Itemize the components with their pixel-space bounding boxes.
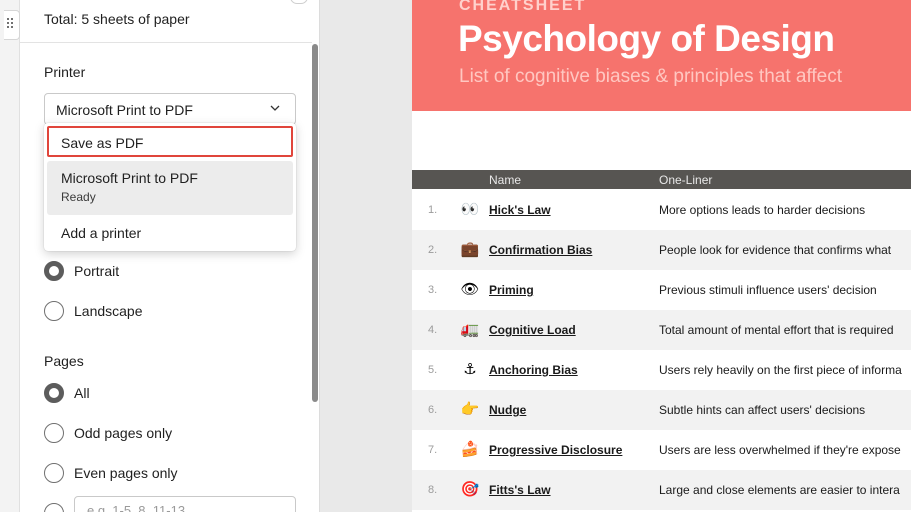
row-name-link[interactable]: Priming	[489, 283, 534, 297]
row-name-link[interactable]: Anchoring Bias	[489, 363, 578, 377]
row-name-link[interactable]: Progressive Disclosure	[489, 443, 622, 457]
pages-even-label: Even pages only	[74, 465, 178, 481]
pages-all-radio[interactable]	[44, 383, 64, 403]
row-one-liner: More options leads to harder decisions	[659, 203, 866, 217]
row-one-liner: Large and close elements are easier to i…	[659, 483, 900, 497]
table-row: 6. 👉 Nudge Subtle hints can affect users' d…	[412, 390, 911, 430]
table-header: Name One-Liner	[412, 170, 911, 189]
portrait-radio[interactable]	[44, 261, 64, 281]
print-preview-page: CHEATSHEET Psychology of Design List of …	[412, 0, 911, 512]
portrait-label: Portrait	[74, 263, 120, 279]
panel-scrollbar[interactable]	[312, 44, 318, 402]
row-name-link[interactable]: Fitts's Law	[489, 483, 551, 497]
row-one-liner: Previous stimuli influence users' decisi…	[659, 283, 877, 297]
row-one-liner: Users are less overwhelmed if they're ex…	[659, 443, 901, 457]
cake-icon: 🍰	[460, 441, 480, 458]
row-one-liner: People look for evidence that confirms w…	[659, 243, 892, 257]
landscape-label: Landscape	[74, 303, 143, 319]
row-number: 5.	[428, 364, 438, 376]
pointing-hand-icon: 👉	[460, 401, 480, 418]
anchor-icon: ⚓	[463, 361, 477, 378]
add-printer-label: Add a printer	[61, 225, 142, 241]
landscape-radio[interactable]	[44, 301, 64, 321]
row-one-liner: Subtle hints can affect users' decisions	[659, 403, 866, 417]
column-name: Name	[489, 173, 522, 187]
pages-heading: Pages	[44, 353, 84, 369]
row-name-link[interactable]: Cognitive Load	[489, 323, 576, 337]
row-number: 7.	[428, 444, 438, 456]
row-number: 1.	[428, 204, 438, 216]
pages-even-radio[interactable]	[44, 463, 64, 483]
preview-title: Psychology of Design	[458, 18, 835, 59]
save-as-pdf-option[interactable]: Save as PDF	[47, 126, 293, 157]
chevron-down-icon	[270, 105, 280, 111]
divider	[20, 42, 312, 43]
microsoft-print-option[interactable]: Microsoft Print to PDF Ready	[47, 161, 293, 215]
panel-top-control	[290, 0, 308, 4]
left-strip	[0, 0, 20, 512]
table-row: 8. 🎯 Fitts's Law Large and close elements a…	[412, 470, 911, 510]
row-name-link[interactable]: Hick's Law	[489, 203, 551, 217]
column-one-liner: One-Liner	[659, 173, 713, 187]
save-as-pdf-label: Save as PDF	[61, 135, 144, 151]
pages-all-label: All	[74, 385, 90, 401]
table-row: 4. 🚛 Cognitive Load Total amount of mental …	[412, 310, 911, 350]
row-number: 6.	[428, 404, 438, 416]
add-printer-option[interactable]: Add a printer	[47, 221, 293, 249]
table-row: 1. 👀 Hick's Law More options leads to harde…	[412, 190, 911, 230]
printer-status: Ready	[61, 190, 96, 204]
table-row: 7. 🍰 Progressive Disclosure Users are less …	[412, 430, 911, 470]
table-row: 3. 👁 Priming Previous stimuli influence use…	[412, 270, 911, 310]
print-settings-panel: Total: 5 sheets of paper Printer Microso…	[20, 0, 320, 512]
row-number: 4.	[428, 324, 438, 336]
printer-dropdown: Save as PDF Microsoft Print to PDF Ready…	[44, 123, 296, 251]
table-row: 5. ⚓ Anchoring Bias Users rely heavily on t…	[412, 350, 911, 390]
microsoft-print-label: Microsoft Print to PDF	[61, 170, 198, 186]
row-name-link[interactable]: Confirmation Bias	[489, 243, 592, 257]
pages-odd-radio[interactable]	[44, 423, 64, 443]
custom-pages-input[interactable]: e.g. 1-5, 8, 11-13	[74, 496, 296, 512]
briefcase-icon: 💼	[460, 241, 480, 258]
eye-icon: 👁	[460, 281, 480, 298]
total-sheets: Total: 5 sheets of paper	[44, 11, 190, 27]
drag-dots-icon	[7, 18, 13, 28]
pages-custom-radio[interactable]	[44, 503, 64, 512]
eyes-icon: 👀	[460, 201, 480, 218]
preview-subtitle: List of cognitive biases & principles th…	[459, 66, 843, 87]
target-icon: 🎯	[460, 481, 480, 498]
truck-icon: 🚛	[460, 321, 480, 338]
preview-banner: CHEATSHEET Psychology of Design List of …	[412, 0, 911, 111]
pages-odd-label: Odd pages only	[74, 425, 173, 441]
row-name-link[interactable]: Nudge	[489, 403, 526, 417]
printer-heading: Printer	[44, 64, 86, 80]
row-number: 2.	[428, 244, 438, 256]
table-row: 2. 💼 Confirmation Bias People look for evid…	[412, 230, 911, 270]
printer-select[interactable]: Microsoft Print to PDF	[44, 93, 296, 125]
row-number: 8.	[428, 484, 438, 496]
preview-kicker: CHEATSHEET	[459, 0, 587, 14]
printer-selected-value: Microsoft Print to PDF	[56, 102, 193, 118]
row-one-liner: Users rely heavily on the first piece of…	[659, 363, 902, 377]
row-number: 3.	[428, 284, 438, 296]
row-one-liner: Total amount of mental effort that is re…	[659, 323, 894, 337]
custom-pages-placeholder: e.g. 1-5, 8, 11-13	[87, 503, 186, 512]
